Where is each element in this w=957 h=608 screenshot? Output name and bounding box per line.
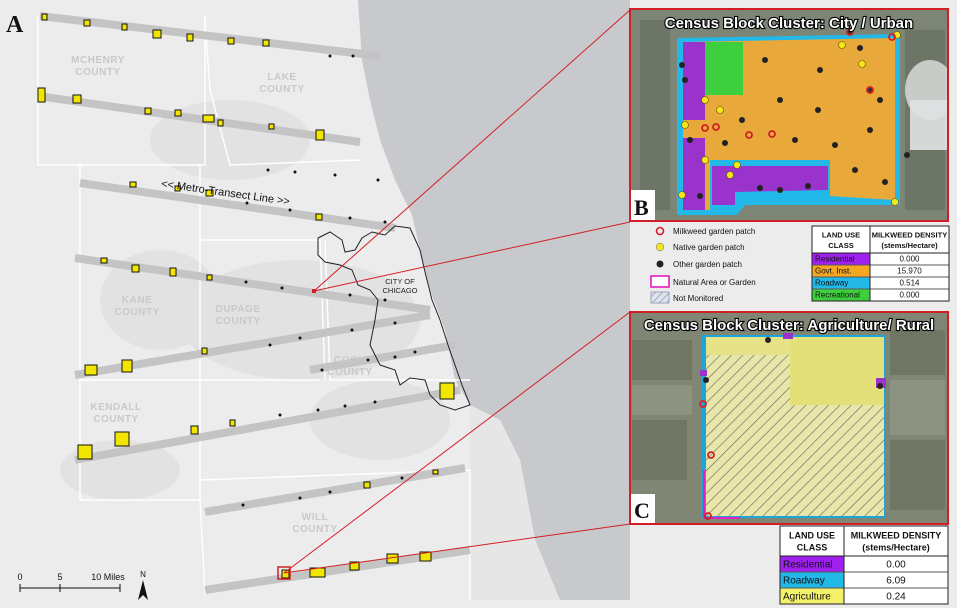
table-header-text: MILKWEED DENSITY xyxy=(851,531,942,541)
county-label-mchenry: MCHENRY COUNTY xyxy=(71,55,125,78)
county-label-cook: COOK COUNTY xyxy=(327,355,372,378)
inset-urban: Census Block Cluster: City / Urban xyxy=(630,9,948,221)
scale-tick-0: 0 xyxy=(17,572,22,582)
black-dot-icon xyxy=(656,260,664,268)
legend-label-other: Other garden patch xyxy=(673,260,742,269)
table-rural: LAND USE CLASS MILKWEED DENSITY (stems/Hect… xyxy=(779,525,949,605)
inset-rural-title: Census Block Cluster: Agriculture/ Rural xyxy=(644,317,934,334)
table-header-text: (stems/Hectare) xyxy=(862,543,930,553)
table-class-label: Recreational xyxy=(815,291,860,300)
svg-text:N: N xyxy=(140,570,146,579)
table-header-text: CLASS xyxy=(828,241,853,250)
table-urban: LAND USE CLASS MILKWEED DENSITY (stems/Hect… xyxy=(811,225,950,302)
table-value: 0.514 xyxy=(899,279,920,288)
inset-rural: Census Block Cluster: Agriculture/ Rural xyxy=(630,312,948,524)
table-value: 0.00 xyxy=(886,560,906,571)
table-class-label: Govt. Inst. xyxy=(815,267,851,276)
table-value: 0.24 xyxy=(886,592,906,603)
legend-label-native: Native garden patch xyxy=(673,243,745,252)
table-value: 6.09 xyxy=(886,576,906,587)
county-label-dupage: DUPAGE COUNTY xyxy=(215,304,260,327)
panel-label-b: B xyxy=(634,195,649,220)
inset-urban-title: Census Block Cluster: City / Urban xyxy=(665,15,913,32)
map-figure: MCHENRY COUNTY LAKE COUNTY KANE COUNTY DUPA… xyxy=(0,0,957,608)
table-header-text: MILKWEED DENSITY xyxy=(872,230,947,239)
table-class-label: Roadway xyxy=(783,576,825,587)
table-header-text: (stems/Hectare) xyxy=(881,241,938,250)
table-header-text: LAND USE xyxy=(822,230,860,239)
city-label: CITY OF CHICAGO xyxy=(382,277,417,295)
table-value: 0.000 xyxy=(899,291,920,300)
table-value: 15.970 xyxy=(897,267,922,276)
hatched-box-icon xyxy=(650,291,670,304)
table-header-text: CLASS xyxy=(797,543,828,553)
table-class-label: Residential xyxy=(815,255,855,264)
yellow-dot-icon xyxy=(655,242,665,252)
legend-label-not-monitored: Not Monitored xyxy=(673,294,723,303)
panel-label-a: A xyxy=(6,12,24,38)
scale-tick-5: 5 xyxy=(57,572,62,582)
county-label-kendall: KENDALL COUNTY xyxy=(90,402,141,425)
scale-tick-10: 10 Miles xyxy=(91,572,125,582)
table-header-text: LAND USE xyxy=(789,531,835,541)
magenta-box-icon xyxy=(650,275,670,288)
legend-label-milkweed: Milkweed garden patch xyxy=(673,227,755,236)
table-class-label: Residential xyxy=(783,560,832,571)
panel-label-c: C xyxy=(634,498,650,523)
table-class-label: Roadway xyxy=(815,279,848,288)
table-value: 0.000 xyxy=(899,255,920,264)
table-class-label: Agriculture xyxy=(783,592,831,603)
legend-label-natural: Natural Area or Garden xyxy=(673,278,756,287)
